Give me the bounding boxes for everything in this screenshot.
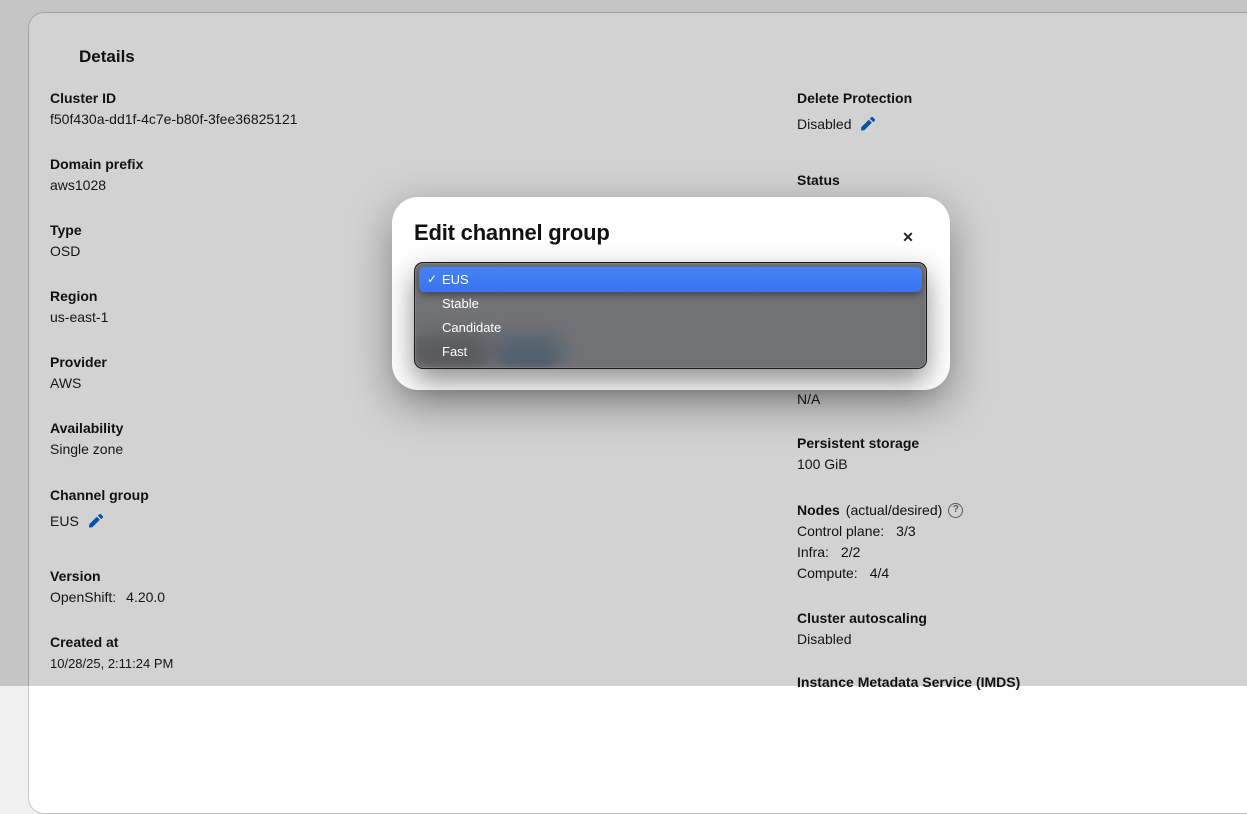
checkmark-icon: ✓ (427, 267, 437, 292)
dropdown-option-fast[interactable]: Fast (415, 340, 926, 364)
dropdown-option-stable[interactable]: Stable (415, 292, 926, 316)
dropdown-option-eus[interactable]: ✓ EUS (419, 267, 922, 292)
dropdown-option-candidate[interactable]: Candidate (415, 316, 926, 340)
option-label: EUS (442, 272, 469, 287)
modal-title: Edit channel group (414, 220, 610, 246)
option-label: Candidate (442, 320, 501, 335)
option-label: Fast (442, 344, 467, 359)
option-label: Stable (442, 296, 479, 311)
channel-group-dropdown: ✓ EUS Stable Candidate Fast (414, 262, 927, 369)
close-icon[interactable]: ✕ (896, 225, 920, 249)
